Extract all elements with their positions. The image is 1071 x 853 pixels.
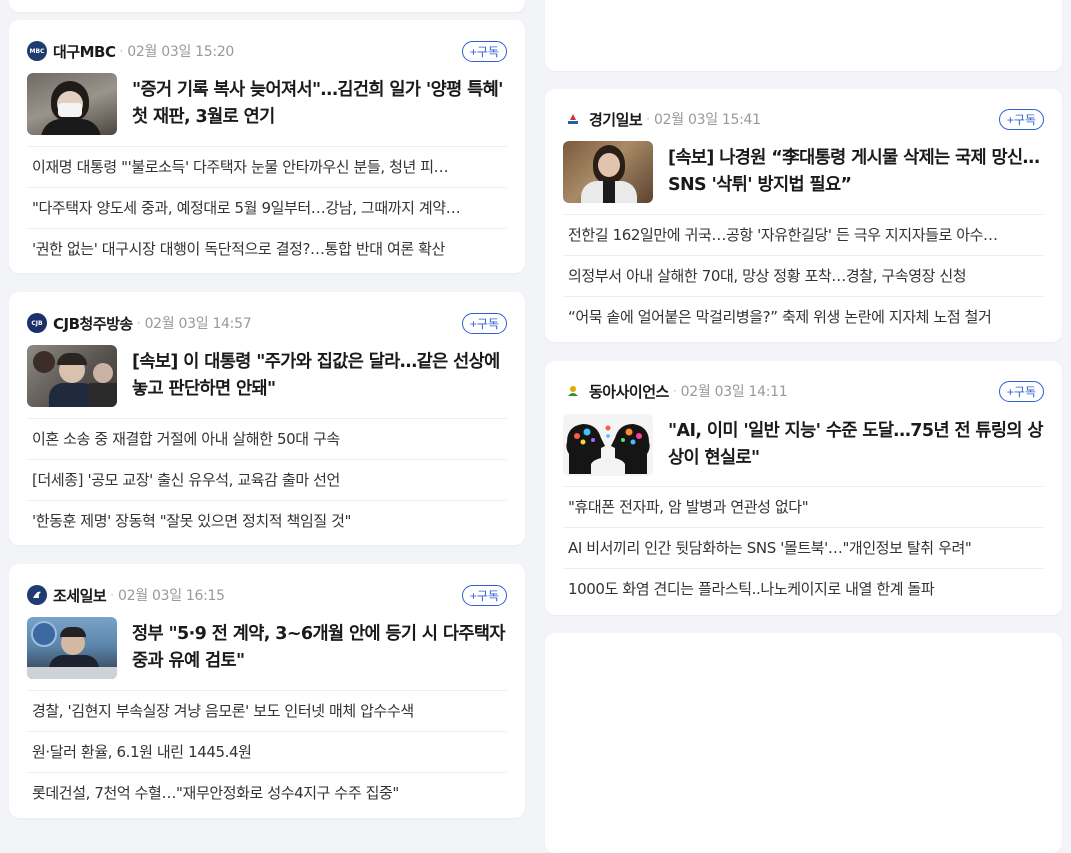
- press-logo-icon: CJB: [27, 313, 47, 333]
- main-article-title[interactable]: [속보] 이 대통령 "주가와 집값은 달라…같은 선상에 놓고 판단하면 안돼…: [132, 349, 507, 403]
- main-article-title[interactable]: [속보] 나경원 “李대통령 게시물 삭제는 국제 망신…SNS '삭튀' 방지…: [668, 145, 1044, 199]
- partial-card-top-right: [545, 0, 1062, 71]
- article-thumbnail[interactable]: [563, 141, 653, 203]
- list-item[interactable]: 원·달러 환율, 6.1원 내린 1445.4원: [27, 731, 507, 772]
- main-article-title[interactable]: 정부 "5·9 전 계약, 3~6개월 안에 등기 시 다주택자 중과 유예 검…: [132, 621, 507, 675]
- article-thumbnail[interactable]: [27, 73, 117, 135]
- list-item[interactable]: '권한 없는' 대구시장 대행이 독단적으로 결정?…통합 반대 여론 확산: [27, 228, 507, 269]
- press-time: 02월 03일 14:57: [144, 316, 252, 332]
- press-logo-icon: MBC: [27, 41, 47, 61]
- separator-dot: ·: [136, 316, 141, 330]
- list-item[interactable]: "휴대폰 전자파, 암 발병과 연관성 없다": [563, 486, 1044, 527]
- list-item[interactable]: 롯데건설, 7천억 수혈…"재무안정화로 성수4지구 수주 집중": [27, 772, 507, 813]
- article-list: 이재명 대통령 "'불로소득' 다주택자 눈물 안타까우신 분들, 청년 피… …: [27, 146, 507, 269]
- separator-dot: ·: [646, 112, 651, 126]
- article-thumbnail[interactable]: [563, 414, 653, 476]
- list-item[interactable]: '한동훈 제명' 장동혁 "잘못 있으면 정치적 책임질 것": [27, 500, 507, 541]
- article-list: 이혼 소송 중 재결합 거절에 아내 살해한 50대 구속 [더세종] '공모 …: [27, 418, 507, 541]
- main-article[interactable]: [속보] 이 대통령 "주가와 집값은 달라…같은 선상에 놓고 판단하면 안돼…: [27, 345, 507, 407]
- press-name[interactable]: 대구MBC: [53, 41, 116, 62]
- separator-dot: ·: [672, 384, 677, 398]
- main-article[interactable]: "AI, 이미 '일반 지능' 수준 도달…75년 전 튜링의 상상이 현실로": [563, 414, 1044, 476]
- main-article[interactable]: [속보] 나경원 “李대통령 게시물 삭제는 국제 망신…SNS '삭튀' 방지…: [563, 141, 1044, 203]
- press-header: 경기일보 · 02월 03일 15:41 +구독: [563, 106, 1044, 132]
- press-card-joseilbo: 조세일보 · 02월 03일 16:15 +구독 정부 "5·9 전 계약, 3…: [9, 564, 525, 818]
- main-article[interactable]: "증거 기록 복사 늦어져서"…김건희 일가 '양평 특혜' 첫 재판, 3월로…: [27, 73, 507, 135]
- press-time: 02월 03일 14:11: [680, 384, 788, 400]
- press-logo-icon: [563, 381, 583, 401]
- heads-illustration-icon: [566, 424, 650, 474]
- subscribe-button[interactable]: +구독: [461, 40, 507, 62]
- list-item[interactable]: 경찰, '김현지 부속실장 겨냥 음모론' 보도 인터넷 매체 압수수색: [27, 690, 507, 731]
- separator-dot: ·: [119, 44, 124, 58]
- press-logo-icon: [563, 109, 583, 129]
- press-card-dongascience: 동아사이언스 · 02월 03일 14:11 +구독 "AI, 이미 '일반 지…: [545, 361, 1062, 615]
- press-time: 02월 03일 15:20: [127, 44, 235, 60]
- article-list: 전한길 162일만에 귀국…공항 '자유한길당' 든 극우 지지자들로 아수… …: [563, 214, 1044, 337]
- subscribe-button[interactable]: +구독: [461, 312, 507, 334]
- separator-dot: ·: [110, 588, 115, 602]
- main-article-title[interactable]: "AI, 이미 '일반 지능' 수준 도달…75년 전 튜링의 상상이 현실로": [668, 418, 1044, 472]
- list-item[interactable]: "다주택자 양도세 중과, 예정대로 5월 9일부터…강남, 그때까지 계약…: [27, 187, 507, 228]
- press-time: 02월 03일 15:41: [654, 112, 761, 128]
- press-header: CJB CJB청주방송 · 02월 03일 14:57 +구독: [27, 310, 507, 336]
- press-header: 조세일보 · 02월 03일 16:15 +구독: [27, 582, 507, 608]
- press-name[interactable]: 동아사이언스: [589, 381, 669, 402]
- subscribe-button[interactable]: +구독: [461, 584, 507, 606]
- press-time: 02월 03일 16:15: [118, 588, 225, 604]
- press-header: 동아사이언스 · 02월 03일 14:11 +구독: [563, 378, 1044, 404]
- press-header: MBC 대구MBC · 02월 03일 15:20 +구독: [27, 38, 507, 64]
- article-list: "휴대폰 전자파, 암 발병과 연관성 없다" AI 비서끼리 인간 뒷담화하는…: [563, 486, 1044, 609]
- partial-card-top-left: [9, 0, 525, 12]
- press-logo-icon: [27, 585, 47, 605]
- main-article[interactable]: 정부 "5·9 전 계약, 3~6개월 안에 등기 시 다주택자 중과 유예 검…: [27, 617, 507, 679]
- press-name[interactable]: 조세일보: [53, 585, 107, 606]
- list-item[interactable]: [더세종] '공모 교장' 출신 유우석, 교육감 출마 선언: [27, 459, 507, 500]
- list-item[interactable]: 1000도 화염 견디는 플라스틱..나노케이지로 내열 한계 돌파: [563, 568, 1044, 609]
- press-name[interactable]: CJB청주방송: [53, 313, 133, 334]
- press-card-daegu-mbc: MBC 대구MBC · 02월 03일 15:20 +구독 "증거 기록 복사 …: [9, 20, 525, 273]
- press-card-kyeonggi: 경기일보 · 02월 03일 15:41 +구독 [속보] 나경원 “李대통령 …: [545, 89, 1062, 342]
- empty-card-placeholder: [545, 633, 1062, 853]
- main-article-title[interactable]: "증거 기록 복사 늦어져서"…김건희 일가 '양평 특혜' 첫 재판, 3월로…: [132, 77, 507, 131]
- subscribe-button[interactable]: +구독: [998, 108, 1044, 130]
- list-item[interactable]: 이혼 소송 중 재결합 거절에 아내 살해한 50대 구속: [27, 418, 507, 459]
- list-item[interactable]: AI 비서끼리 인간 뒷담화하는 SNS '몰트북'…"개인정보 탈취 우려": [563, 527, 1044, 568]
- list-item[interactable]: “어묵 솥에 얼어붙은 막걸리병을?” 축제 위생 논란에 지자체 노점 철거: [563, 296, 1044, 337]
- list-item[interactable]: 전한길 162일만에 귀국…공항 '자유한길당' 든 극우 지지자들로 아수…: [563, 214, 1044, 255]
- press-name[interactable]: 경기일보: [589, 109, 643, 130]
- article-thumbnail[interactable]: [27, 617, 117, 679]
- list-item[interactable]: 의정부서 아내 살해한 70대, 망상 정황 포착…경찰, 구속영장 신청: [563, 255, 1044, 296]
- article-thumbnail[interactable]: [27, 345, 117, 407]
- article-list: 경찰, '김현지 부속실장 겨냥 음모론' 보도 인터넷 매체 압수수색 원·달…: [27, 690, 507, 813]
- subscribe-button[interactable]: +구독: [998, 380, 1044, 402]
- press-card-cjb: CJB CJB청주방송 · 02월 03일 14:57 +구독 [속보] 이 대…: [9, 292, 525, 545]
- list-item[interactable]: 이재명 대통령 "'불로소득' 다주택자 눈물 안타까우신 분들, 청년 피…: [27, 146, 507, 187]
